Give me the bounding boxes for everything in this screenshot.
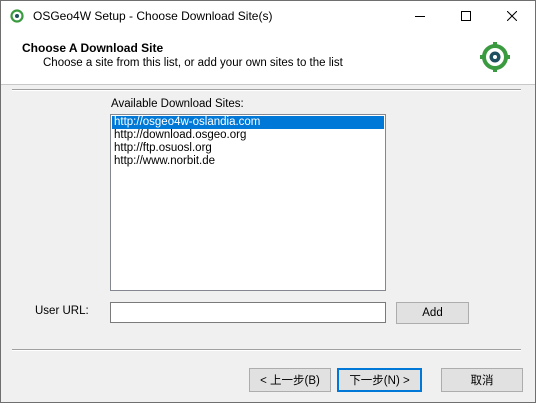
maximize-icon bbox=[461, 11, 471, 21]
window-title: OSGeo4W Setup - Choose Download Site(s) bbox=[33, 9, 273, 23]
osgeo4w-logo-icon bbox=[480, 42, 510, 72]
setup-window: OSGeo4W Setup - Choose Download Site(s) … bbox=[0, 0, 536, 403]
minimize-button[interactable] bbox=[397, 1, 443, 31]
minimize-icon bbox=[415, 16, 425, 17]
site-list-item[interactable]: http://ftp.osuosl.org bbox=[112, 142, 384, 155]
cancel-button[interactable]: 取消 bbox=[441, 368, 523, 392]
available-sites-label: Available Download Sites: bbox=[111, 98, 244, 110]
header-divider bbox=[12, 89, 521, 91]
user-url-input[interactable] bbox=[110, 302, 386, 323]
site-list-item[interactable]: http://osgeo4w-oslandia.com bbox=[112, 116, 384, 129]
download-sites-list[interactable]: http://osgeo4w-oslandia.com http://downl… bbox=[110, 114, 386, 291]
next-button[interactable]: 下一步(N) > bbox=[337, 368, 422, 392]
title-bar[interactable]: OSGeo4W Setup - Choose Download Site(s) bbox=[1, 1, 535, 31]
back-button[interactable]: < 上一步(B) bbox=[249, 368, 331, 392]
page-subtitle: Choose a site from this list, or add you… bbox=[43, 57, 343, 69]
user-url-label: User URL: bbox=[35, 305, 89, 317]
close-icon bbox=[507, 11, 517, 21]
close-button[interactable] bbox=[489, 1, 535, 31]
page-header: Choose A Download Site Choose a site fro… bbox=[1, 31, 535, 85]
footer-divider bbox=[12, 349, 521, 351]
add-site-button[interactable]: Add bbox=[396, 302, 469, 324]
site-list-item[interactable]: http://www.norbit.de bbox=[112, 155, 384, 168]
osgeo4w-app-icon bbox=[10, 9, 24, 23]
maximize-button[interactable] bbox=[443, 1, 489, 31]
page-title: Choose A Download Site bbox=[22, 41, 164, 55]
site-list-item[interactable]: http://download.osgeo.org bbox=[112, 129, 384, 142]
